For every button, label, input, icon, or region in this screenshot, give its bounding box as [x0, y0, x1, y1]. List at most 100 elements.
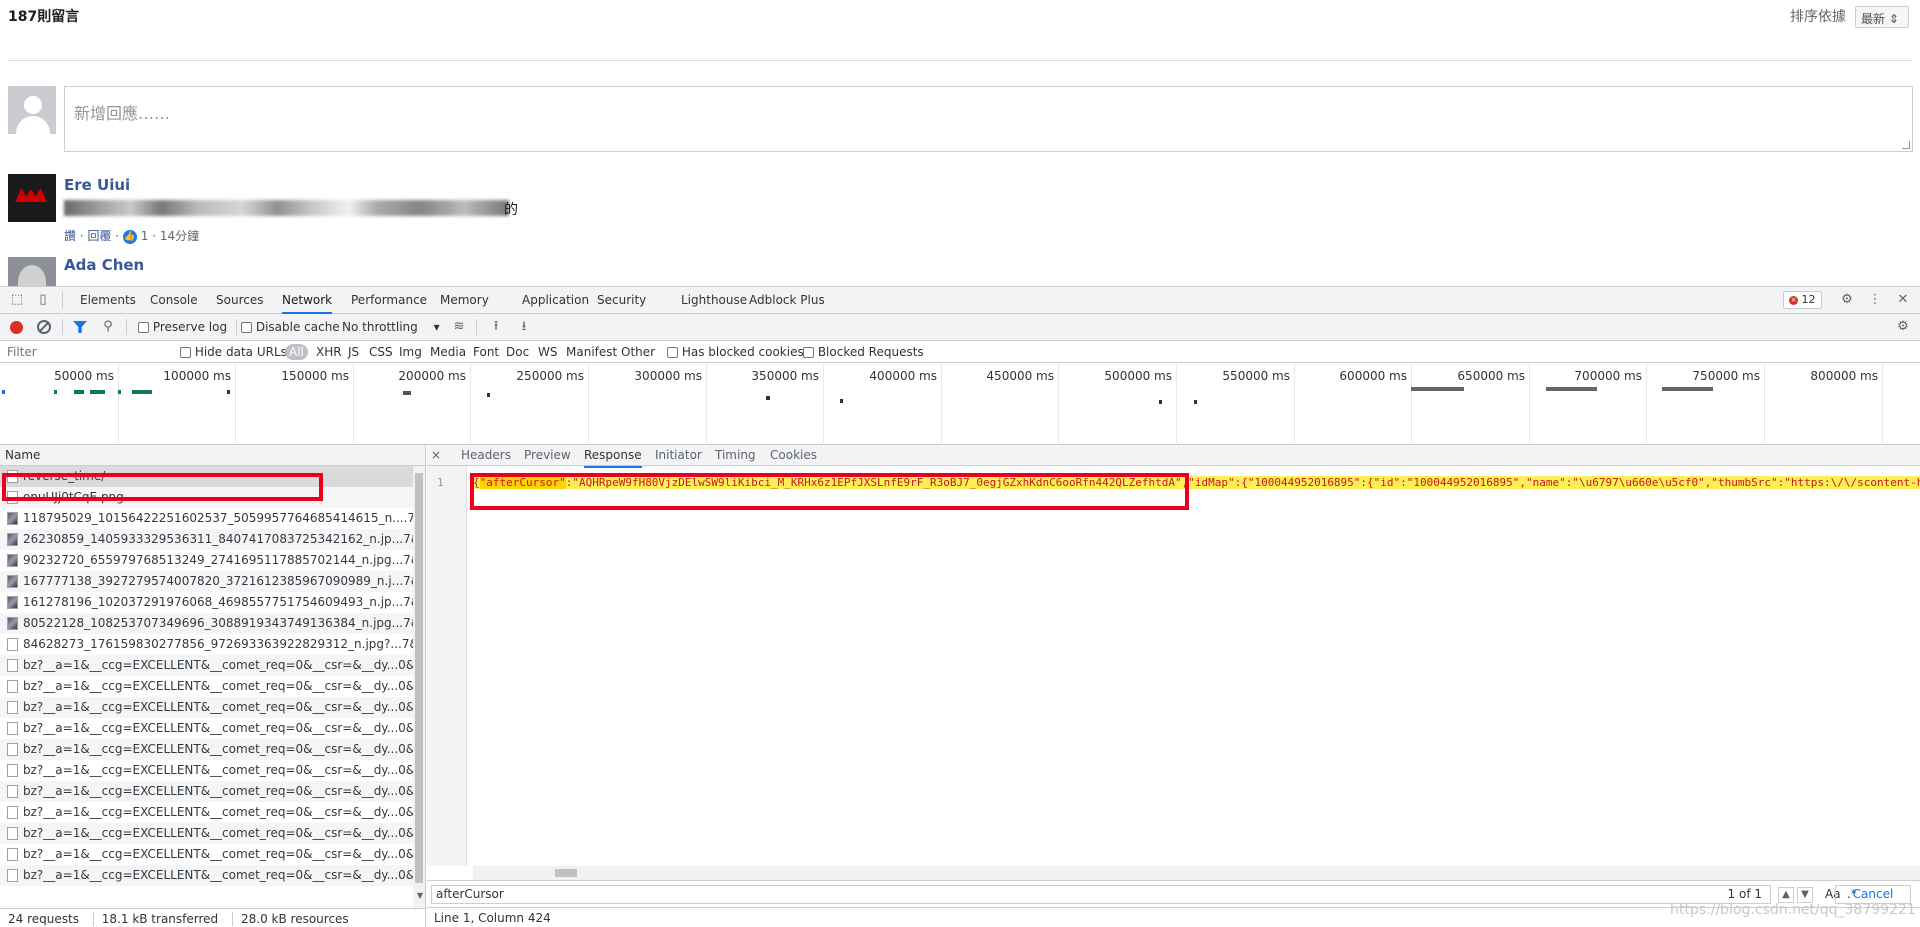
reply-textarea[interactable]: 新增回應……: [64, 86, 1913, 152]
has-blocked-cookies-checkbox[interactable]: [667, 347, 678, 358]
request-row[interactable]: bz?__a=1&__ccg=EXCELLENT&__comet_req=0&_…: [0, 655, 413, 676]
record-icon[interactable]: [10, 321, 23, 334]
scroll-down-icon[interactable]: ▼: [413, 889, 427, 903]
request-row[interactable]: bz?__a=1&__ccg=EXCELLENT&__comet_req=0&_…: [0, 697, 413, 718]
tab-sources[interactable]: Sources: [216, 287, 263, 314]
tab-network[interactable]: Network: [282, 287, 333, 314]
filter-type-xhr[interactable]: XHR: [316, 344, 342, 360]
tab-console[interactable]: Console: [150, 287, 198, 314]
filter-type-manifest[interactable]: Manifest: [566, 344, 617, 360]
detail-tab-headers[interactable]: Headers: [461, 445, 511, 466]
comment-author[interactable]: Ada Chen: [64, 256, 144, 274]
request-row[interactable]: 84628273_176159830277856_972693363922829…: [0, 634, 413, 655]
device-toolbar-icon[interactable]: ▯: [36, 293, 50, 307]
request-row[interactable]: bz?__a=1&__ccg=EXCELLENT&__comet_req=0&_…: [0, 823, 413, 844]
request-row[interactable]: 161278196_102037291976068_46985577517546…: [0, 592, 413, 613]
detail-tab-timing[interactable]: Timing: [715, 445, 756, 466]
tab-security[interactable]: Security: [597, 287, 646, 314]
commenter-avatar[interactable]: [8, 174, 56, 222]
timeline-gridline: [235, 363, 236, 445]
blocked-requests-checkbox[interactable]: [803, 347, 814, 358]
clear-icon[interactable]: [37, 320, 51, 334]
error-badge[interactable]: × 12: [1783, 291, 1822, 309]
export-har-icon[interactable]: ⭳: [517, 320, 531, 334]
filter-type-media[interactable]: Media: [430, 344, 466, 360]
request-row[interactable]: 90232720_655979768513249_274169511788570…: [0, 550, 413, 571]
filter-type-js[interactable]: JS: [348, 344, 359, 360]
response-viewer[interactable]: 1 {"afterCursor":"AQHRpeW9fH80VjzDElwSW9…: [427, 466, 1920, 866]
horizontal-scroll-thumb[interactable]: [555, 869, 577, 877]
more-options-icon[interactable]: ⋮: [1868, 293, 1882, 307]
blocked-requests-toggle[interactable]: Blocked Requests: [803, 345, 924, 359]
disable-cache-checkbox[interactable]: [241, 322, 252, 333]
timeline-gridline: [706, 363, 707, 445]
request-name: bz?__a=1&__ccg=EXCELLENT&__comet_req=0&_…: [23, 658, 413, 672]
network-toolbar: ⚲ Preserve log Disable cache No throttli…: [0, 314, 1920, 341]
request-row[interactable]: bz?__a=1&__ccg=EXCELLENT&__comet_req=0&_…: [0, 844, 413, 865]
network-conditions-icon[interactable]: ≋: [452, 320, 466, 334]
request-row[interactable]: bz?__a=1&__ccg=EXCELLENT&__comet_req=0&_…: [0, 760, 413, 781]
filter-type-all[interactable]: All: [285, 344, 308, 360]
disable-cache-toggle[interactable]: Disable cache: [241, 320, 340, 334]
request-list-scroll-thumb[interactable]: [415, 473, 423, 883]
preserve-log-checkbox[interactable]: [138, 322, 149, 333]
has-blocked-cookies-toggle[interactable]: Has blocked cookies: [667, 345, 804, 359]
network-overview-timeline[interactable]: 50000 ms 100000 ms 150000 ms 200000 ms 25000…: [0, 363, 1920, 445]
filter-type-other[interactable]: Other: [621, 344, 655, 360]
comment-time: · 14分鐘: [152, 229, 200, 243]
import-har-icon[interactable]: ⭱: [489, 320, 503, 334]
detail-tab-preview[interactable]: Preview: [524, 445, 571, 466]
settings-gear-icon[interactable]: ⚙: [1840, 293, 1854, 307]
request-row[interactable]: bz?__a=1&__ccg=EXCELLENT&__comet_req=0&_…: [0, 781, 413, 802]
filter-type-font[interactable]: Font: [473, 344, 499, 360]
detail-tab-response[interactable]: Response: [584, 445, 642, 468]
tab-memory[interactable]: Memory: [440, 287, 489, 314]
comment-action-links[interactable]: 讚 · 回覆 ·: [64, 229, 119, 243]
search-input[interactable]: afterCursor 1 of 1: [431, 885, 1771, 904]
previous-match-icon[interactable]: ▲: [1778, 887, 1794, 903]
resize-handle[interactable]: [1902, 141, 1910, 149]
request-row[interactable]: bz?__a=1&__ccg=EXCELLENT&__comet_req=0&_…: [0, 739, 413, 760]
sort-select[interactable]: 最新 ⇕: [1855, 6, 1909, 28]
timeline-request-bar: [403, 391, 411, 395]
timeline-request-bar: [74, 390, 84, 394]
request-row[interactable]: 118795029_10156422251602537_505995776468…: [0, 508, 413, 529]
preserve-log-toggle[interactable]: Preserve log: [138, 320, 227, 334]
request-name: bz?__a=1&__ccg=EXCELLENT&__comet_req=0&_…: [23, 700, 413, 714]
request-row[interactable]: bz?__a=1&__ccg=EXCELLENT&__comet_req=0&_…: [0, 802, 413, 823]
close-detail-icon[interactable]: ×: [429, 448, 443, 462]
request-row[interactable]: bz?__a=1&__ccg=EXCELLENT&__comet_req=0&_…: [0, 865, 413, 886]
comment-author[interactable]: Ere Uiui: [64, 176, 130, 194]
request-row[interactable]: bz?__a=1&__ccg=EXCELLENT&__comet_req=0&_…: [0, 676, 413, 697]
request-row[interactable]: 26230859_1405933329536311_84074170837253…: [0, 529, 413, 550]
timeline-gridline: [118, 363, 119, 445]
detail-tab-initiator[interactable]: Initiator: [655, 445, 702, 466]
filter-type-img[interactable]: Img: [399, 344, 422, 360]
hide-data-urls-checkbox[interactable]: [180, 347, 191, 358]
horizontal-scrollbar[interactable]: [473, 866, 1920, 880]
tab-adblock-plus[interactable]: Adblock Plus: [749, 287, 825, 314]
filter-type-css[interactable]: CSS: [369, 344, 393, 360]
detail-tab-cookies[interactable]: Cookies: [770, 445, 817, 466]
throttling-select[interactable]: No throttling ▾: [342, 320, 440, 334]
tab-performance[interactable]: Performance: [351, 287, 427, 314]
commenter-avatar[interactable]: [8, 257, 56, 286]
search-icon[interactable]: ⚲: [101, 320, 115, 334]
hide-data-urls-toggle[interactable]: Hide data URLs: [180, 345, 287, 359]
tab-elements[interactable]: Elements: [80, 287, 136, 314]
filter-input[interactable]: Filter: [4, 343, 166, 361]
close-devtools-icon[interactable]: ✕: [1896, 293, 1910, 307]
tab-lighthouse[interactable]: Lighthouse: [681, 287, 747, 314]
name-column-header[interactable]: Name: [0, 445, 425, 466]
request-row[interactable]: bz?__a=1&__ccg=EXCELLENT&__comet_req=0&_…: [0, 718, 413, 739]
request-row[interactable]: 80522128_108253707349696_308891934374913…: [0, 613, 413, 634]
inspect-element-icon[interactable]: ⬚: [10, 293, 24, 307]
network-settings-gear-icon[interactable]: ⚙: [1896, 320, 1910, 334]
filter-funnel-icon[interactable]: [73, 321, 87, 333]
filter-type-doc[interactable]: Doc: [506, 344, 529, 360]
tab-application[interactable]: Application: [522, 287, 589, 314]
request-row[interactable]: 167777138_3927279574007820_3721612385967…: [0, 571, 413, 592]
timeline-label: 800000 ms: [1810, 369, 1878, 383]
next-match-icon[interactable]: ▼: [1797, 887, 1813, 903]
filter-type-ws[interactable]: WS: [538, 344, 557, 360]
